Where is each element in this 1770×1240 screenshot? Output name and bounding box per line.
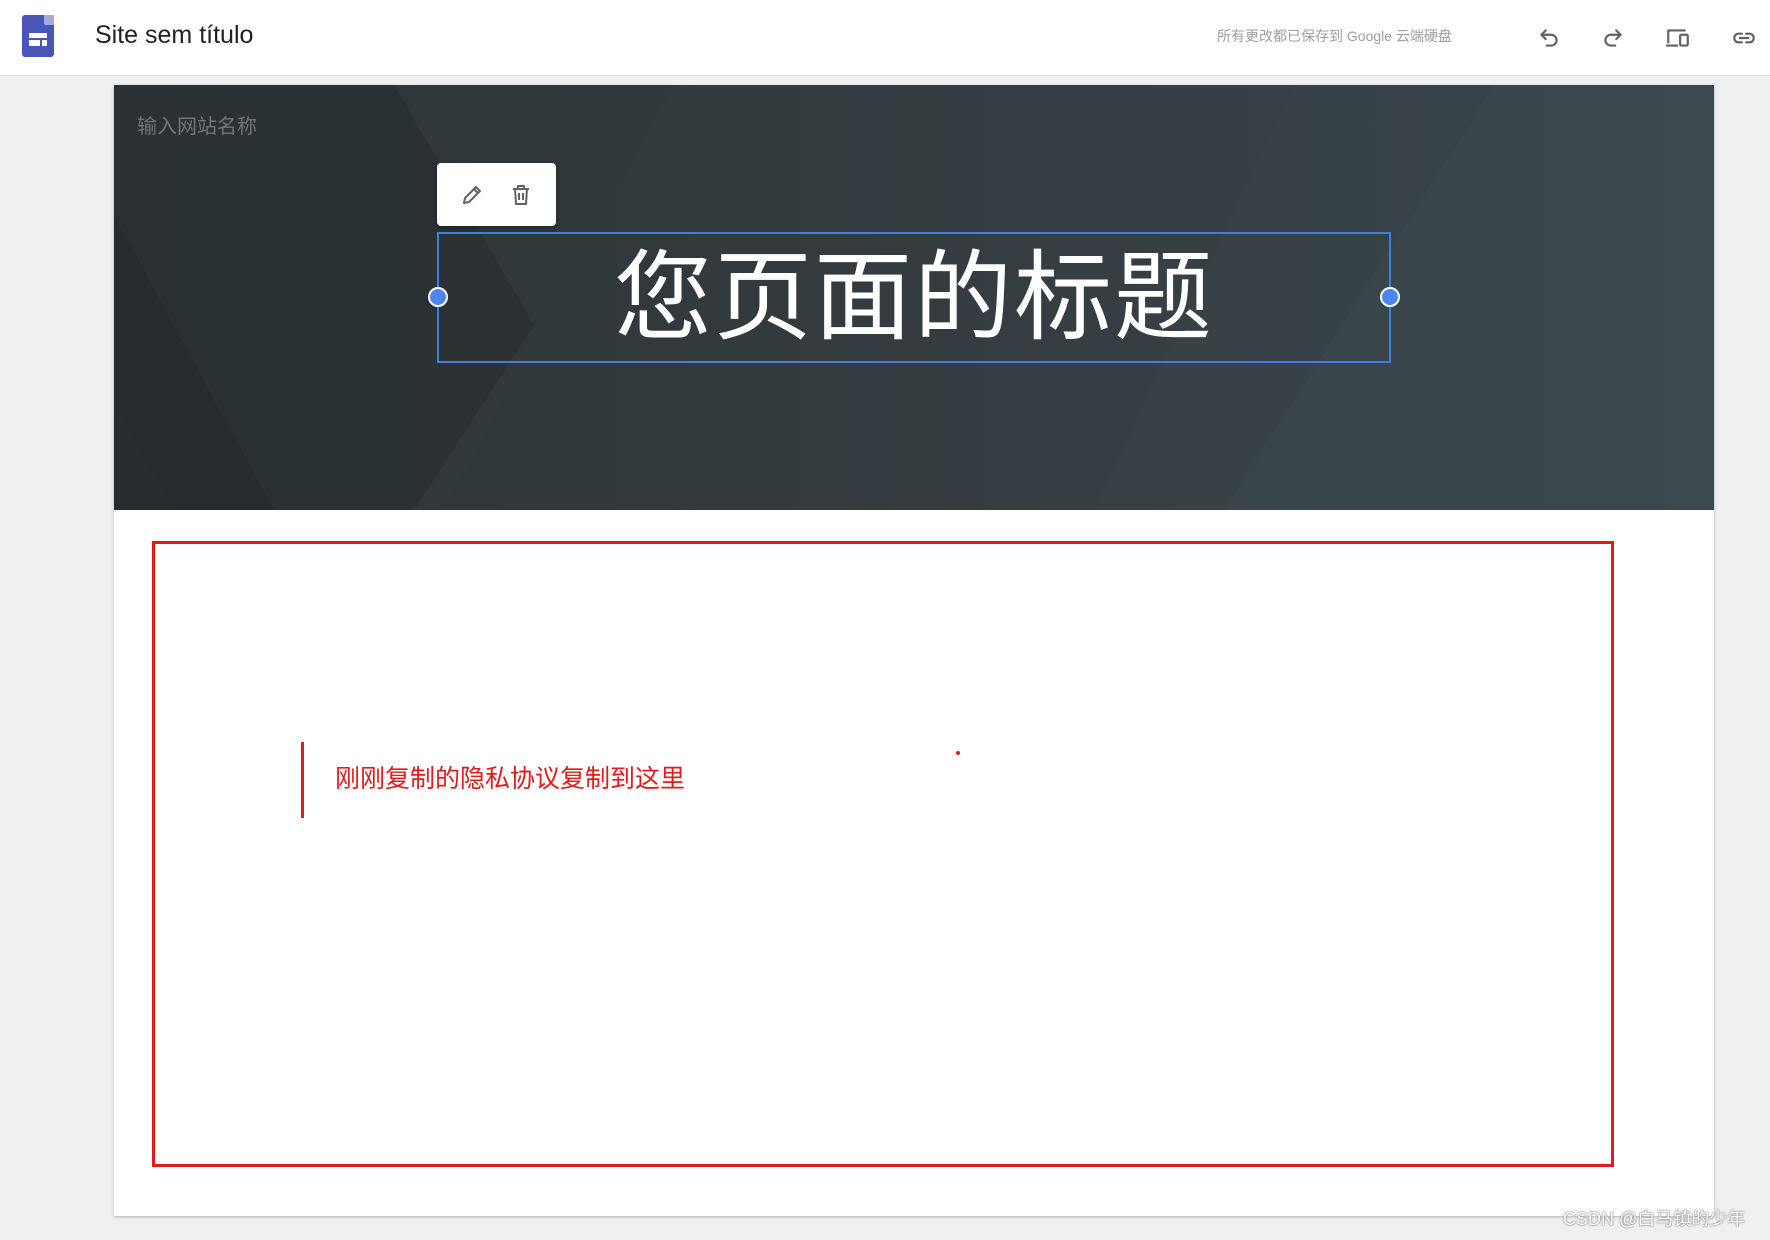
annotation-dot [956,751,960,755]
header-banner[interactable]: 输入网站名称 您页面的标题 [114,85,1714,510]
pencil-icon [462,185,481,204]
text-cursor-caret [301,742,304,818]
copy-link-button[interactable] [1724,18,1764,58]
site-page-canvas: 输入网站名称 您页面的标题 刚刚复制的隐私协议复制到这里 [114,85,1714,1216]
resize-handle-right[interactable] [1380,287,1400,307]
document-title[interactable]: Site sem título [95,17,253,53]
resize-handle-left[interactable] [428,287,448,307]
annotation-note: 刚刚复制的隐私协议复制到这里 [335,765,686,793]
trash-icon [513,184,530,205]
redo-icon [1604,29,1622,47]
page-title-selection[interactable]: 您页面的标题 [428,232,1400,363]
title-edit-toolbar [437,163,556,226]
edit-button[interactable] [452,175,492,215]
content-area-annotation[interactable] [152,541,1614,1167]
watermark: CSDN @白马镇的少年 [1563,1209,1746,1229]
site-name-input[interactable]: 输入网站名称 [137,111,257,141]
google-sites-logo-icon[interactable] [22,15,54,57]
redo-button[interactable] [1593,18,1633,58]
save-status-text: 所有更改都已保存到 Google 云端硬盘 [1217,28,1452,44]
link-icon [1733,32,1755,44]
page-title[interactable]: 您页面的标题 [439,234,1389,361]
delete-button[interactable] [501,175,541,215]
undo-icon [1540,29,1558,47]
undo-button[interactable] [1529,18,1569,58]
devices-preview-icon [1666,29,1689,47]
preview-button[interactable] [1658,18,1698,58]
top-app-bar: Site sem título 所有更改都已保存到 Google 云端硬盘 [0,0,1770,76]
